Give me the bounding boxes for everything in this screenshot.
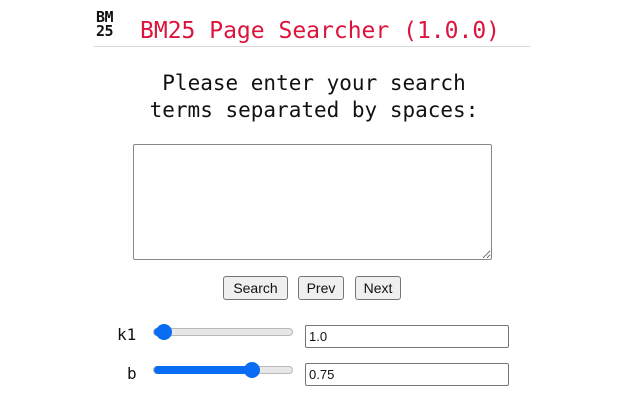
search-button[interactable]: Search [223, 276, 288, 300]
b-value-input[interactable] [305, 363, 509, 386]
bm25-logo: BM 25 [96, 10, 114, 40]
k1-slider[interactable] [153, 324, 293, 340]
next-button[interactable]: Next [355, 276, 401, 300]
search-instructions: Please enter your search terms separated… [0, 70, 628, 124]
instructions-line-2: terms separated by spaces: [149, 98, 479, 122]
b-slider-thumb[interactable] [243, 362, 260, 378]
b-slider[interactable] [153, 362, 293, 378]
logo-line-bottom: 25 [96, 22, 114, 40]
k1-value-input[interactable] [305, 325, 509, 348]
prev-button[interactable]: Prev [298, 276, 344, 300]
app-title: BM25 Page Searcher (1.0.0) [140, 18, 501, 44]
k1-label: k1 [117, 325, 137, 344]
app-header: BM 25 BM25 Page Searcher (1.0.0) [94, 6, 530, 47]
b-slider-fill [154, 366, 252, 374]
k1-slider-thumb[interactable] [155, 324, 172, 340]
instructions-line-1: Please enter your search [162, 71, 466, 95]
b-label: b [127, 364, 137, 383]
search-terms-textarea[interactable] [133, 144, 492, 260]
